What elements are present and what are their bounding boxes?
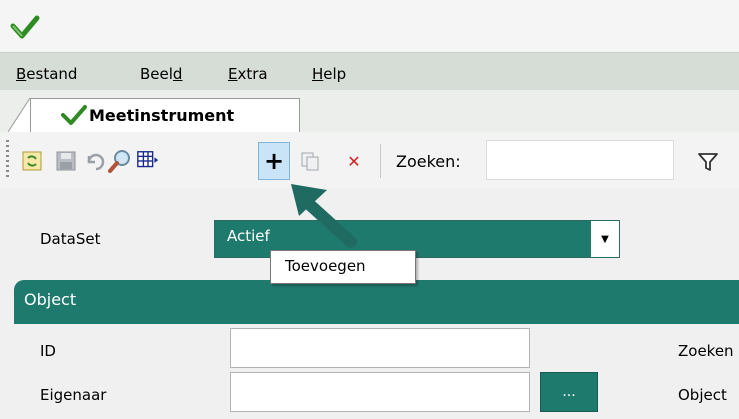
tab-label: Meetinstrument — [89, 106, 235, 125]
toolbar-grip[interactable] — [6, 140, 9, 178]
owner-field[interactable] — [230, 372, 530, 412]
magnifier-icon — [108, 150, 130, 173]
tab-strip: Meetinstrument — [0, 90, 739, 133]
refresh-button[interactable] — [20, 148, 44, 174]
save-disk-icon — [56, 151, 76, 171]
tooltip: Toevoegen — [270, 250, 416, 284]
delete-button[interactable]: ✕ — [342, 148, 366, 174]
checkmark-icon — [61, 105, 87, 125]
dataset-label: DataSet — [40, 230, 101, 248]
tab-slant — [8, 98, 32, 132]
right-search-label: Zoeken — [678, 342, 734, 360]
dataset-value: Actief — [227, 227, 270, 245]
title-bar — [0, 0, 739, 52]
arrow-pointer-icon — [291, 184, 357, 248]
save-button[interactable] — [54, 148, 78, 174]
copy-icon — [301, 152, 319, 171]
search-input[interactable] — [486, 140, 674, 180]
search-button[interactable] — [108, 148, 132, 174]
toolbar-separator — [380, 144, 381, 178]
section-title: Object — [24, 290, 77, 309]
menu-extra[interactable]: Extra — [228, 65, 268, 83]
owner-label: Eigenaar — [40, 386, 107, 404]
chevron-down-icon[interactable]: ▼ — [591, 221, 619, 257]
add-button[interactable]: + — [258, 142, 290, 180]
undo-icon — [87, 153, 105, 171]
grid-columns-icon — [137, 151, 159, 168]
id-label: ID — [40, 342, 56, 360]
menu-bestand[interactable]: Bestand — [16, 65, 77, 83]
app-logo-checkmark-icon — [10, 15, 40, 39]
tab-meetinstrument[interactable]: Meetinstrument — [30, 98, 300, 133]
delete-icon: ✕ — [347, 151, 361, 171]
menu-help[interactable]: Help — [312, 65, 346, 83]
section-header-object: Object — [14, 280, 739, 324]
id-field[interactable] — [230, 328, 530, 368]
menu-bar: Bestand Beeld Extra Help — [0, 52, 739, 91]
undo-button[interactable] — [82, 148, 106, 174]
owner-browse-button[interactable]: ... — [540, 372, 598, 412]
copy-button[interactable] — [298, 148, 322, 174]
search-label: Zoeken: — [396, 152, 461, 171]
columns-button[interactable] — [136, 148, 160, 174]
menu-beeld[interactable]: Beeld — [140, 65, 182, 83]
tooltip-text: Toevoegen — [285, 257, 366, 275]
filter-icon[interactable] — [696, 150, 720, 174]
right-object-label: Object — [678, 386, 727, 404]
refresh-icon — [22, 151, 42, 171]
